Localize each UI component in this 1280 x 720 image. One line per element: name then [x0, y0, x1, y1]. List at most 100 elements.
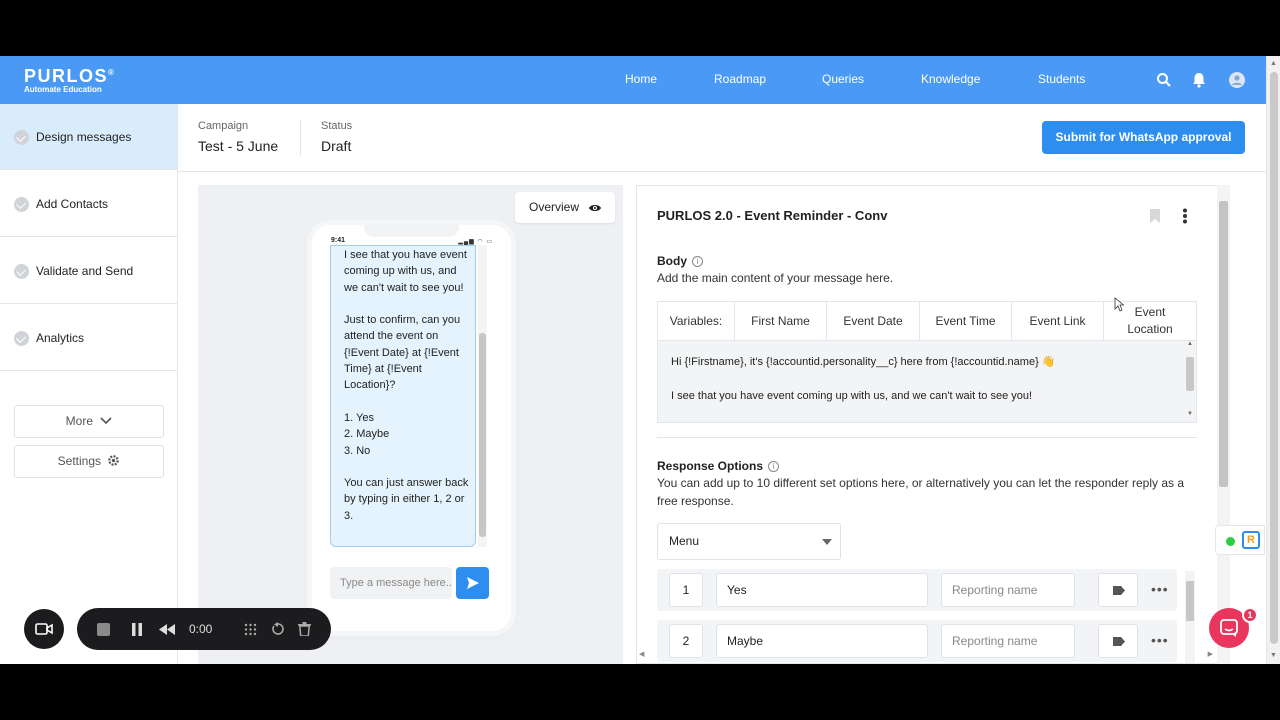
- chat-icon: [1220, 619, 1238, 637]
- sidebar-item-validate-and-send[interactable]: Validate and Send: [0, 238, 177, 304]
- recording-time: 0:00: [189, 622, 213, 636]
- sidebar-item-label: Add Contacts: [36, 197, 109, 211]
- overview-button[interactable]: Overview: [515, 192, 615, 223]
- option-label-input[interactable]: Yes: [716, 573, 928, 607]
- camera-button[interactable]: [24, 609, 64, 649]
- check-icon: [14, 264, 29, 279]
- screen-recorder: 0:00: [24, 608, 332, 652]
- response-type-select[interactable]: Menu: [657, 523, 841, 560]
- bubble-scrollbar[interactable]: [478, 245, 487, 547]
- grid-icon[interactable]: [244, 623, 257, 636]
- stop-icon[interactable]: [97, 623, 110, 636]
- response-title: Response Options: [657, 459, 764, 473]
- online-status-icon: [1226, 537, 1235, 546]
- body-textarea[interactable]: Hi {!Firstname}, it's {!accountid.person…: [657, 341, 1197, 423]
- restart-icon[interactable]: [271, 622, 285, 636]
- body-scrollbar[interactable]: ▲ ▼: [1186, 341, 1194, 419]
- tag-icon: [1113, 637, 1125, 646]
- integration-widget[interactable]: R: [1215, 525, 1265, 555]
- sidebar-item-label: Analytics: [36, 331, 85, 345]
- campaign-name: Test - 5 June: [198, 138, 279, 154]
- submit-whatsapp-approval-button[interactable]: Submit for WhatsApp approval: [1042, 121, 1245, 154]
- nav-queries[interactable]: Queries: [822, 72, 864, 86]
- message-preview-panel: Overview 9:41 ▂▄▆ ◠ ▭ I see that you hav…: [198, 185, 623, 664]
- kebab-menu-icon[interactable]: [1182, 208, 1188, 224]
- message-text: I see that you have event coming up with…: [344, 249, 469, 522]
- gear-icon: [108, 455, 120, 466]
- response-section-title: Response Options i: [657, 459, 780, 473]
- message-input[interactable]: Type a message here...: [330, 567, 452, 599]
- variable-event-link[interactable]: Event Link: [1012, 302, 1104, 340]
- sidebar-item-label: Validate and Send: [36, 264, 134, 278]
- reporting-name-input[interactable]: Reporting name: [941, 573, 1075, 607]
- chat-unread-badge: 1: [1242, 607, 1258, 623]
- tag-icon: [1113, 586, 1125, 595]
- app-window: PURLOS® Automate Education Home Roadmap …: [0, 56, 1280, 664]
- recorder-controls: 0:00: [77, 608, 331, 650]
- response-type-value: Menu: [669, 534, 700, 548]
- response-description: You can add up to 10 different set optio…: [657, 476, 1185, 508]
- variable-event-time[interactable]: Event Time: [920, 302, 1012, 340]
- top-nav: PURLOS® Automate Education Home Roadmap …: [0, 56, 1266, 104]
- info-icon[interactable]: i: [768, 461, 780, 472]
- nav-roadmap[interactable]: Roadmap: [714, 72, 766, 86]
- more-label: More: [65, 414, 93, 428]
- sidebar-item-analytics[interactable]: Analytics: [0, 305, 177, 371]
- message-bubble: I see that you have event coming up with…: [330, 245, 476, 547]
- template-title: PURLOS 2.0 - Event Reminder - Conv: [657, 208, 888, 223]
- status-label: Status: [321, 120, 353, 132]
- sidebar-item-design-messages[interactable]: Design messages: [0, 104, 177, 170]
- body-section-title: Body i: [657, 254, 703, 268]
- phone-time: 9:41: [331, 237, 346, 244]
- variable-event-date[interactable]: Event Date: [827, 302, 920, 340]
- body-title: Body: [657, 254, 687, 268]
- phone-mockup: 9:41 ▂▄▆ ◠ ▭ I see that you have event c…: [312, 225, 511, 631]
- bell-icon[interactable]: [1190, 71, 1208, 89]
- phone-status-icons: ▂▄▆ ◠ ▭: [458, 239, 493, 245]
- send-button[interactable]: [456, 567, 489, 599]
- bookmark-icon[interactable]: [1149, 208, 1161, 224]
- sidebar-item-add-contacts[interactable]: Add Contacts: [0, 171, 177, 237]
- more-options-icon[interactable]: •••: [1151, 582, 1169, 596]
- pause-icon[interactable]: [131, 623, 143, 636]
- eye-icon: [589, 205, 601, 211]
- sidebar-item-label: Design messages: [36, 130, 132, 144]
- page-scrollbar[interactable]: ▲ ▼: [1266, 56, 1280, 664]
- r-logo-icon: R: [1242, 531, 1260, 549]
- header-divider: [300, 120, 301, 156]
- nav-students[interactable]: Students: [1038, 72, 1085, 86]
- brand-name: PURLOS: [24, 66, 109, 86]
- check-icon: [14, 197, 29, 212]
- more-button[interactable]: More: [14, 405, 164, 438]
- nav-knowledge[interactable]: Knowledge: [921, 72, 980, 86]
- editor-horizontal-scrollbar[interactable]: ◀ ▶: [637, 650, 1217, 660]
- trash-icon[interactable]: [298, 622, 311, 636]
- search-icon[interactable]: [1155, 71, 1173, 89]
- user-icon[interactable]: [1228, 71, 1246, 89]
- section-divider: [657, 437, 1197, 438]
- tag-button[interactable]: [1098, 573, 1138, 607]
- caret-down-icon: [822, 539, 832, 545]
- body-description: Add the main content of your message her…: [657, 271, 894, 285]
- settings-button[interactable]: Settings: [14, 445, 164, 478]
- more-options-icon[interactable]: •••: [1151, 633, 1169, 647]
- send-icon: [467, 577, 479, 589]
- variable-first-name[interactable]: First Name: [735, 302, 827, 340]
- nav-home[interactable]: Home: [625, 72, 657, 86]
- sidebar: Design messages Add Contacts Validate an…: [0, 104, 178, 664]
- template-editor: PURLOS 2.0 - Event Reminder - Conv Body i…: [636, 185, 1230, 664]
- settings-label: Settings: [57, 454, 101, 468]
- campaign-header: Campaign Test - 5 June Status Draft Subm…: [178, 104, 1266, 172]
- mouse-cursor-icon: [1114, 297, 1124, 312]
- rewind-icon[interactable]: [159, 624, 175, 635]
- option-row: 1 Yes Reporting name •••: [657, 569, 1177, 611]
- check-icon: [14, 130, 29, 145]
- editor-scrollbar[interactable]: [1217, 185, 1230, 664]
- info-icon[interactable]: i: [692, 256, 703, 267]
- brand-logo[interactable]: PURLOS® Automate Education: [24, 66, 115, 94]
- check-icon: [14, 331, 29, 346]
- variables-label: Variables:: [658, 302, 735, 340]
- status-value: Draft: [321, 138, 352, 154]
- chevron-down-icon: [100, 417, 112, 425]
- campaign-label: Campaign: [198, 120, 249, 132]
